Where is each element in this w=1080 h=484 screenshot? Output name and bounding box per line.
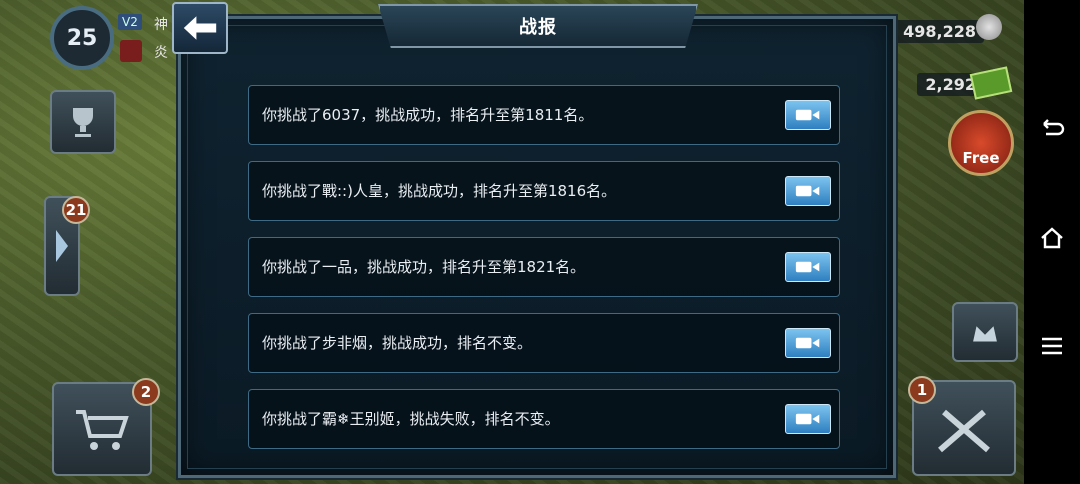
- report-row: 你挑战了6037，挑战成功，排名升至第1811名。: [248, 85, 840, 145]
- player-name: 神: [154, 17, 168, 33]
- silver-amount: 498,228: [895, 20, 984, 43]
- report-row: 你挑战了一品，挑战成功，排名升至第1821名。: [248, 237, 840, 297]
- dialog-title-plate: 战报: [378, 4, 698, 48]
- trophy-button[interactable]: [50, 90, 116, 154]
- cart-badge: 2: [132, 378, 160, 406]
- replay-button[interactable]: [785, 328, 831, 358]
- report-text: 你挑战了6037，挑战成功，排名升至第1811名。: [262, 106, 594, 124]
- crossed-guns-icon: [938, 409, 990, 453]
- back-button[interactable]: [172, 2, 228, 54]
- video-camera-icon: [795, 337, 820, 349]
- replay-button[interactable]: [785, 404, 831, 434]
- report-text: 你挑战了霸❄王别姬，挑战失败，排名不变。: [262, 410, 560, 428]
- report-row: 你挑战了戰::)人皇，挑战成功，排名升至第1816名。: [248, 161, 840, 221]
- battle-badge: 1: [908, 376, 936, 404]
- alliance-button[interactable]: [952, 302, 1018, 362]
- chevron-right-icon: [56, 230, 68, 262]
- report-row: 你挑战了步非烟，挑战成功，排名不变。: [248, 313, 840, 373]
- nav-menu-button[interactable]: [1036, 332, 1068, 364]
- home-icon: [1041, 227, 1063, 249]
- nav-home-button[interactable]: [1036, 224, 1068, 256]
- vip-badge: V2: [118, 14, 142, 30]
- dialog-title: 战报: [519, 17, 557, 38]
- report-text: 你挑战了一品，挑战成功，排名升至第1821名。: [262, 258, 586, 276]
- video-camera-icon: [795, 185, 820, 197]
- android-nav-bar: [1024, 0, 1080, 484]
- report-row: 你挑战了霸❄王别姬，挑战失败，排名不变。: [248, 389, 840, 449]
- back-arrow-icon: [183, 16, 217, 40]
- clan-name: 炎: [154, 45, 168, 61]
- free-gift-label: Free: [962, 149, 1000, 167]
- menu-icon: [1042, 337, 1062, 355]
- mission-badge: 21: [62, 196, 90, 224]
- cash-icon[interactable]: [969, 66, 1013, 100]
- report-text: 你挑战了步非烟，挑战成功，排名不变。: [262, 334, 533, 352]
- replay-button[interactable]: [785, 252, 831, 282]
- level-badge[interactable]: 25: [50, 6, 114, 70]
- video-camera-icon: [795, 413, 820, 425]
- level-value: 25: [66, 25, 98, 51]
- trophy-icon: [73, 108, 93, 137]
- nav-back-icon: [1043, 119, 1065, 136]
- silver-coin-icon: [976, 14, 1002, 40]
- report-text: 你挑战了戰::)人皇，挑战成功，排名升至第1816名。: [262, 182, 617, 200]
- nav-back-button[interactable]: [1036, 116, 1068, 148]
- video-camera-icon: [795, 261, 820, 273]
- replay-button[interactable]: [785, 176, 831, 206]
- crown-icon: [973, 326, 997, 342]
- clan-icon: [120, 40, 142, 62]
- cart-icon: [76, 410, 129, 450]
- free-gift-button[interactable]: Free: [948, 110, 1014, 176]
- video-camera-icon: [795, 109, 820, 121]
- replay-button[interactable]: [785, 100, 831, 130]
